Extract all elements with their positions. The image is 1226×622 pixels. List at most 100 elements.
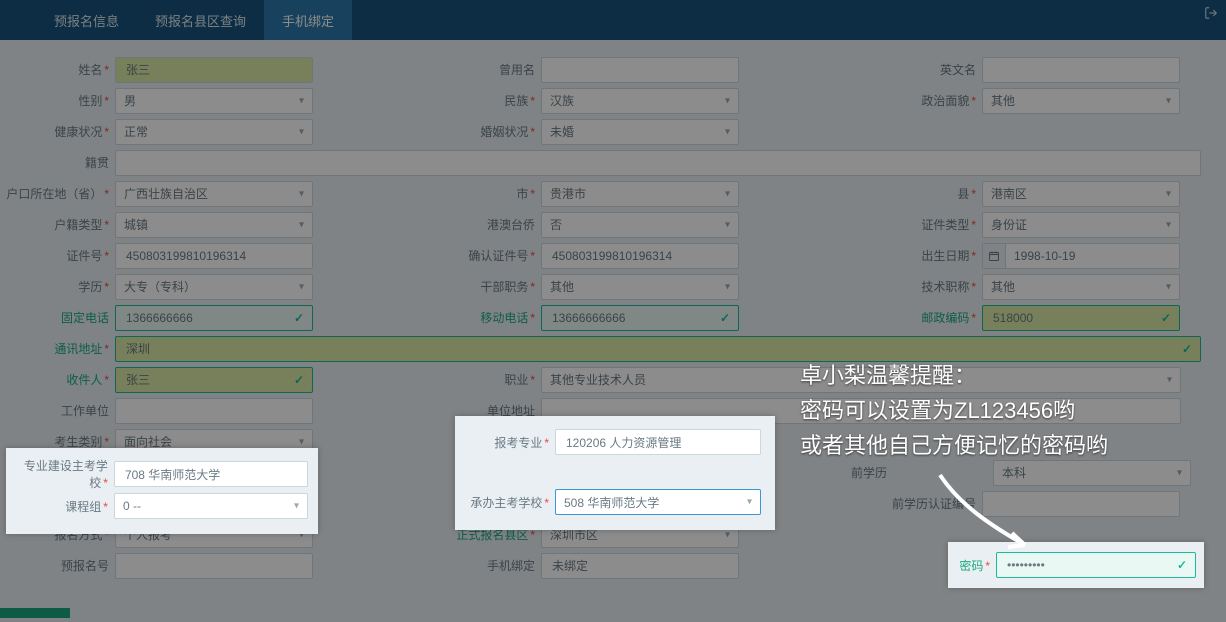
name-input[interactable] <box>115 57 313 83</box>
chevron-down-icon: ▾ <box>299 281 304 292</box>
label-zip: 邮政编码* <box>921 309 976 326</box>
label-addr: 通讯地址* <box>54 340 109 357</box>
label-politics: 政治面貌* <box>921 92 976 109</box>
coursegroup-select[interactable]: 0 --▾ <box>114 493 308 519</box>
label-idtype: 证件类型* <box>921 216 976 233</box>
tab-county-query[interactable]: 预报名县区查询 <box>137 0 264 40</box>
label-huji: 户籍类型* <box>54 216 109 233</box>
idno2-input[interactable] <box>541 243 739 269</box>
chevron-down-icon: ▾ <box>299 219 304 230</box>
tab-prereg-info[interactable]: 预报名信息 <box>36 0 137 40</box>
tab-phone-bind[interactable]: 手机绑定 <box>264 0 352 40</box>
label-major: 报考专业* <box>494 434 549 451</box>
label-job: 职业* <box>504 371 535 388</box>
ganbu-select[interactable]: 其他▾ <box>541 274 739 300</box>
label-county: 县* <box>957 185 976 202</box>
gender-select[interactable]: 男▾ <box>115 88 313 114</box>
check-icon: ✓ <box>1177 558 1187 572</box>
arrow-icon <box>930 465 1050 568</box>
calendar-icon <box>983 244 1006 268</box>
label-hostschool: 承办主考学校* <box>470 494 549 511</box>
label-idno2: 确认证件号* <box>468 247 535 264</box>
label-name: 姓名* <box>78 61 109 78</box>
chevron-down-icon: ▾ <box>1166 219 1171 230</box>
marriage-select[interactable]: 未婚▾ <box>541 119 739 145</box>
hostschool-select[interactable]: 508 华南师范大学▾ <box>555 489 761 515</box>
logout-icon[interactable] <box>1204 6 1218 23</box>
chevron-down-icon: ▾ <box>747 497 752 508</box>
chevron-down-icon: ▾ <box>1166 281 1171 292</box>
chevron-down-icon: ▾ <box>1166 188 1171 199</box>
nation-select[interactable]: 汉族▾ <box>541 88 739 114</box>
chevron-down-icon: ▾ <box>299 95 304 106</box>
idno-input[interactable] <box>115 243 313 269</box>
edu-select[interactable]: 大专（专科）▾ <box>115 274 313 300</box>
label-city: 市* <box>516 185 535 202</box>
check-icon: ✓ <box>294 311 304 325</box>
politics-select[interactable]: 其他▾ <box>982 88 1180 114</box>
chevron-down-icon: ▾ <box>294 501 299 512</box>
preapplyno-input[interactable] <box>115 553 313 579</box>
label-gat: 港澳台侨 <box>487 216 535 233</box>
tel-input[interactable]: ✓ <box>115 305 313 331</box>
label-marriage: 婚姻状况* <box>480 123 535 140</box>
phonebind-input[interactable] <box>541 553 739 579</box>
chevron-down-icon: ▾ <box>725 126 730 137</box>
bottom-accent-bar <box>0 608 70 618</box>
label-province: 户口所在地（省）* <box>6 185 109 202</box>
label-usedname: 曾用名 <box>499 61 535 78</box>
chevron-down-icon: ▾ <box>299 188 304 199</box>
label-nation: 民族* <box>504 92 535 109</box>
check-icon: ✓ <box>720 311 730 325</box>
label-gender: 性别* <box>78 92 109 109</box>
usedname-input[interactable] <box>541 57 739 83</box>
label-techtitle: 技术职称* <box>921 278 976 295</box>
city-select[interactable]: 贵港市▾ <box>541 181 739 207</box>
county-select[interactable]: 港南区▾ <box>982 181 1180 207</box>
label-edu: 学历* <box>78 278 109 295</box>
native-input[interactable] <box>115 150 1201 176</box>
label-mobile: 移动电话* <box>480 309 535 326</box>
health-select[interactable]: 正常▾ <box>115 119 313 145</box>
chevron-down-icon: ▾ <box>299 436 304 447</box>
label-enname: 英文名 <box>940 61 976 78</box>
chevron-down-icon: ▾ <box>299 126 304 137</box>
label-tel: 固定电话 <box>61 309 109 326</box>
province-select[interactable]: 广西壮族自治区▾ <box>115 181 313 207</box>
chevron-down-icon: ▾ <box>725 188 730 199</box>
zip-input[interactable]: ✓ <box>982 305 1180 331</box>
chevron-down-icon: ▾ <box>725 281 730 292</box>
label-native: 籍贯 <box>85 154 109 171</box>
enname-input[interactable] <box>982 57 1180 83</box>
label-receiver: 收件人* <box>66 371 109 388</box>
chevron-down-icon: ▾ <box>725 95 730 106</box>
label-idno: 证件号* <box>66 247 109 264</box>
gat-select[interactable]: 否▾ <box>541 212 739 238</box>
label-coursegroup: 课程组* <box>65 498 108 515</box>
major-input[interactable] <box>555 429 761 455</box>
birth-input[interactable] <box>982 243 1180 269</box>
receiver-input[interactable]: ✓ <box>115 367 313 393</box>
idtype-select[interactable]: 身份证▾ <box>982 212 1180 238</box>
label-birth: 出生日期* <box>921 247 976 264</box>
top-tabs: 预报名信息 预报名县区查询 手机绑定 <box>0 0 1226 40</box>
label-ganbu: 干部职务* <box>480 278 535 295</box>
majorschool-input[interactable] <box>114 461 308 487</box>
label-majorschool: 专业建设主考学校* <box>16 457 108 491</box>
chevron-down-icon: ▾ <box>1177 467 1182 478</box>
label-workunit: 工作单位 <box>61 402 109 419</box>
label-bachelor: 前学历 <box>851 464 887 481</box>
label-preapplyno: 预报名号 <box>61 557 109 574</box>
mobile-input[interactable]: ✓ <box>541 305 739 331</box>
tutorial-tip: 卓小梨温馨提醒： 密码可以设置为ZL123456哟 或者其他自己方便记忆的密码哟 <box>800 358 1210 464</box>
label-health: 健康状况* <box>54 123 109 140</box>
techtitle-select[interactable]: 其他▾ <box>982 274 1180 300</box>
chevron-down-icon: ▾ <box>1166 95 1171 106</box>
chevron-down-icon: ▾ <box>725 529 730 540</box>
check-icon: ✓ <box>1182 342 1192 356</box>
workunit-input[interactable] <box>115 398 313 424</box>
check-icon: ✓ <box>1161 311 1171 325</box>
label-phonebind: 手机绑定 <box>487 557 535 574</box>
huji-select[interactable]: 城镇▾ <box>115 212 313 238</box>
check-icon: ✓ <box>294 373 304 387</box>
